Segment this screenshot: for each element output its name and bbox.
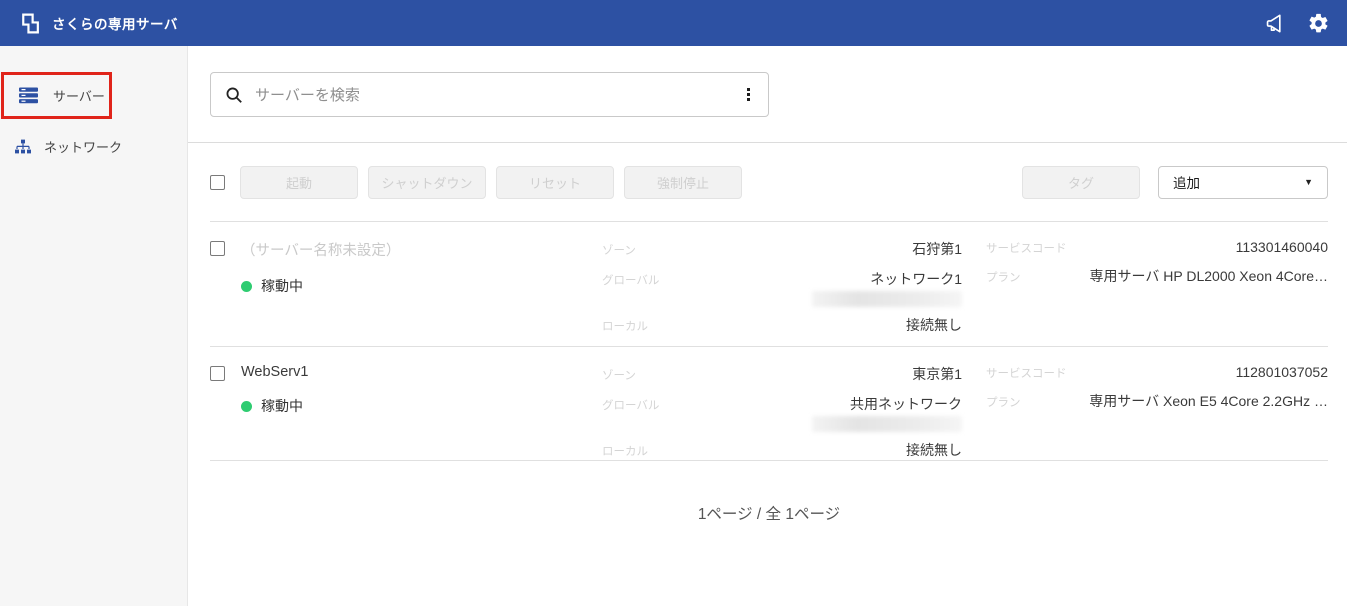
sakura-logo-icon	[17, 11, 42, 36]
server-row[interactable]: （サーバー名称未設定） 稼動中 ゾーン 石狩第1 グローバル ネットワーク1 ロ…	[210, 222, 1328, 347]
redacted-ip-address	[812, 291, 962, 307]
server-row[interactable]: WebServ1 稼動中 ゾーン 東京第1 グローバル 共用ネットワーク ローカ…	[210, 347, 1328, 461]
sidebar-item-label: サーバー	[53, 86, 105, 105]
search-options-kebab-icon[interactable]	[743, 84, 754, 105]
toolbar: 起動 シャットダウン リセット 強制停止 タグ 追加 ▼	[210, 143, 1328, 222]
search-icon	[225, 86, 243, 104]
global-network-value: ネットワーク1	[870, 269, 962, 289]
force-stop-button[interactable]: 強制停止	[624, 166, 742, 199]
server-name[interactable]: （サーバー名称未設定）	[241, 239, 602, 260]
redacted-ip-address	[812, 416, 962, 432]
highlight-annotation-box: サーバー	[1, 72, 112, 119]
service-code-label: サービスコード	[986, 240, 1067, 256]
settings-gear-icon[interactable]	[1307, 12, 1330, 35]
server-stack-icon	[19, 87, 38, 104]
row-checkbox[interactable]	[210, 241, 225, 256]
local-network-label: ローカル	[602, 443, 648, 459]
pagination-status: 1ページ / 全 1ページ	[210, 461, 1328, 524]
status-label: 稼動中	[261, 396, 303, 416]
main-content: サーバーを検索 起動 シャットダウン リセット 強制停止 タグ 追加 ▼ （サー…	[188, 46, 1347, 606]
row-checkbox[interactable]	[210, 366, 225, 381]
status-label: 稼動中	[261, 276, 303, 296]
zone-value: 石狩第1	[912, 239, 962, 259]
search-placeholder: サーバーを検索	[255, 84, 743, 105]
global-network-label: グローバル	[602, 272, 659, 288]
tag-button[interactable]: タグ	[1022, 166, 1140, 199]
sidebar-item-servers[interactable]: サーバー	[4, 75, 109, 116]
plan-value: 専用サーバ Xeon E5 4Core 2.2GHz …	[1089, 391, 1328, 411]
add-server-dropdown[interactable]: 追加 ▼	[1158, 166, 1328, 199]
plan-label: プラン	[986, 394, 1021, 410]
global-network-label: グローバル	[602, 397, 659, 413]
zone-label: ゾーン	[602, 367, 636, 383]
zone-label: ゾーン	[602, 242, 636, 258]
server-name[interactable]: WebServ1	[241, 364, 602, 380]
service-code-label: サービスコード	[986, 365, 1067, 381]
local-network-label: ローカル	[602, 318, 648, 334]
plan-label: プラン	[986, 269, 1021, 285]
plan-value: 専用サーバ HP DL2000 Xeon 4Core…	[1090, 266, 1328, 286]
topbar: さくらの専用サーバ	[0, 0, 1347, 46]
chevron-down-icon: ▼	[1304, 177, 1313, 187]
network-tree-icon	[14, 139, 32, 155]
service-code-value: 112801037052	[1236, 364, 1328, 380]
status-running-dot	[241, 401, 252, 412]
sidebar: サーバー ネットワーク	[0, 46, 188, 606]
service-code-value: 113301460040	[1236, 239, 1328, 255]
local-network-value: 接続無し	[906, 440, 962, 460]
announcements-icon[interactable]	[1264, 12, 1287, 35]
search-input[interactable]: サーバーを検索	[210, 72, 769, 117]
global-network-value: 共用ネットワーク	[850, 394, 962, 414]
power-on-button[interactable]: 起動	[240, 166, 358, 199]
select-all-checkbox[interactable]	[210, 175, 225, 190]
shutdown-button[interactable]: シャットダウン	[368, 166, 486, 199]
zone-value: 東京第1	[912, 364, 962, 384]
app-title: さくらの専用サーバ	[52, 13, 178, 33]
sidebar-item-network[interactable]: ネットワーク	[0, 125, 187, 168]
local-network-value: 接続無し	[906, 315, 962, 335]
add-server-label: 追加	[1173, 172, 1200, 192]
status-running-dot	[241, 281, 252, 292]
reset-button[interactable]: リセット	[496, 166, 614, 199]
sidebar-item-label: ネットワーク	[44, 137, 122, 156]
